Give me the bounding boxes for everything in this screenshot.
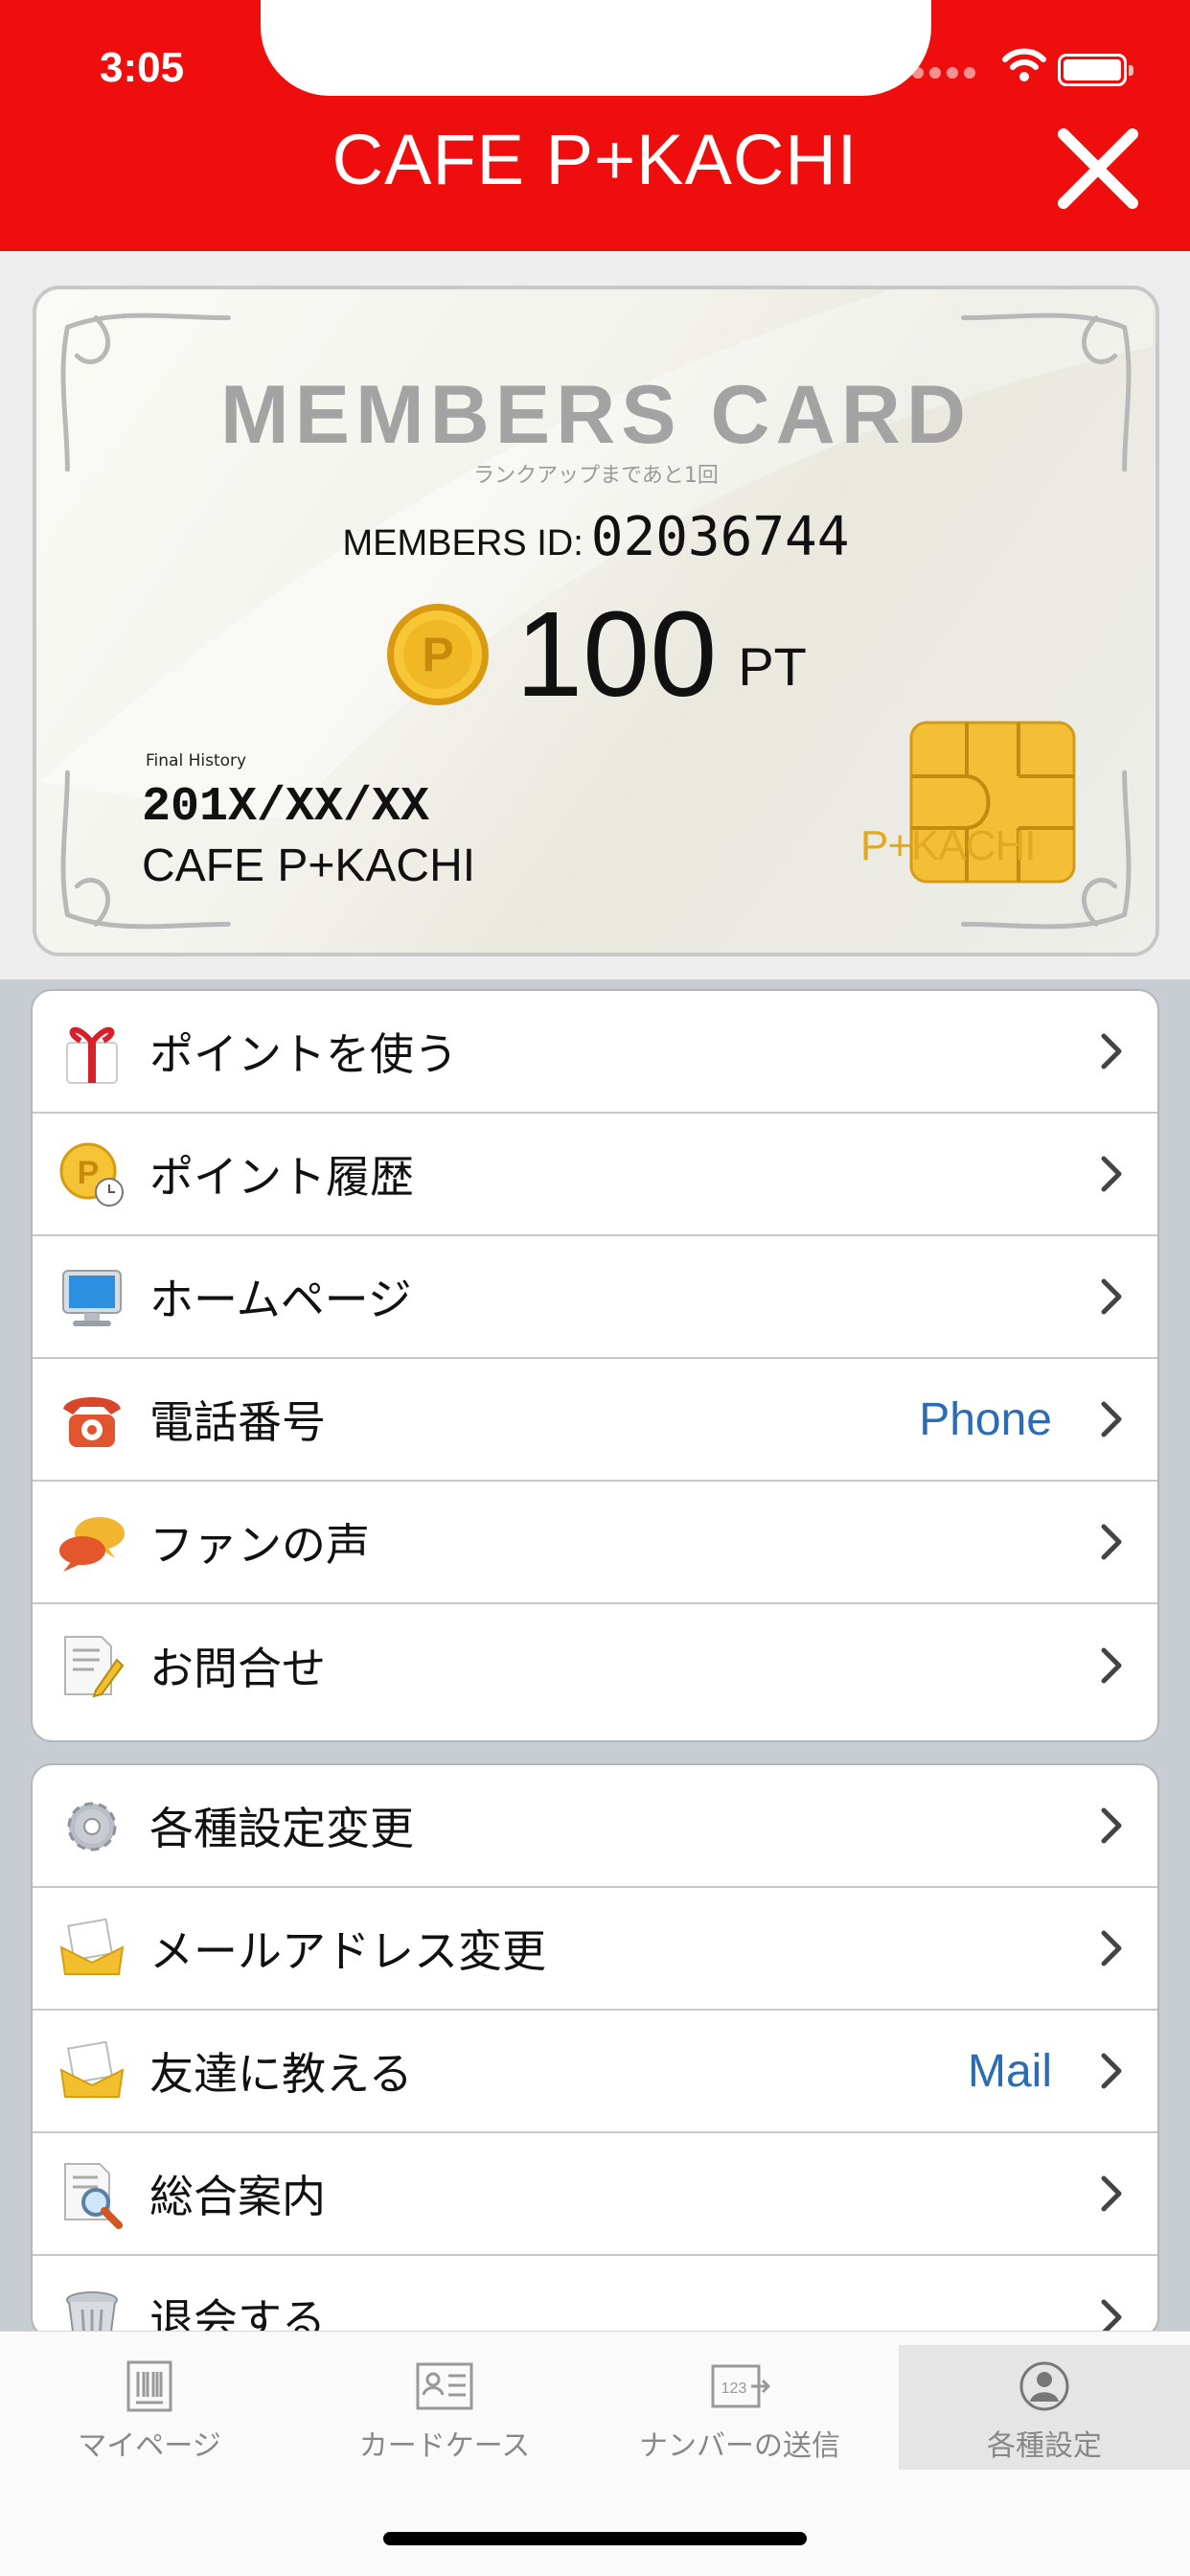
menu-item-use-points[interactable]: ポイントを使う — [33, 991, 1157, 1114]
menu-item-phone[interactable]: 電話番号 Phone — [33, 1359, 1157, 1482]
chevron-right-icon — [1101, 1278, 1122, 1315]
memo-pencil-icon — [64, 1636, 125, 1698]
tab-card-case[interactable]: カードケース — [299, 2345, 590, 2470]
device-notch — [261, 0, 931, 96]
battery-icon — [1058, 54, 1133, 86]
mail-icon — [59, 1918, 125, 1975]
member-id-row: MEMBERS ID: 02036744 — [36, 506, 1156, 568]
tab-my-page[interactable]: マイページ — [4, 2345, 295, 2470]
menu-item-label: 各種設定変更 — [149, 1803, 414, 1854]
tab-label: 各種設定 — [987, 2429, 1102, 2463]
menu-item-point-history[interactable]: P ポイント履歴 — [33, 1114, 1157, 1236]
cellular-signal-icon — [912, 67, 975, 79]
menu-item-homepage[interactable]: ホームページ — [33, 1236, 1157, 1359]
chevron-right-icon — [1101, 1930, 1122, 1966]
point-coin-icon: P — [387, 604, 490, 705]
person-icon — [1019, 2361, 1069, 2411]
points-unit: PT — [738, 636, 807, 697]
chevron-right-icon — [1101, 1033, 1122, 1070]
header-bar: 3:05 CAFE P+KACHI — [0, 0, 1190, 251]
svg-text:123: 123 — [721, 2380, 747, 2397]
menu-item-inquiry[interactable]: お問合せ — [33, 1604, 1157, 1727]
chevron-right-icon — [1101, 1401, 1122, 1438]
mail-icon — [59, 2040, 125, 2098]
chevron-right-icon — [1101, 1524, 1122, 1560]
gift-icon — [66, 1026, 118, 1084]
barcode-card-icon — [126, 2360, 172, 2412]
card-title: MEMBERS CARD — [220, 369, 972, 461]
menu-item-label: ポイントを使う — [149, 1028, 458, 1080]
home-indicator — [383, 2532, 807, 2545]
chip-brand-text: P+KACHI — [860, 822, 1037, 869]
menu-item-change-email[interactable]: メールアドレス変更 — [33, 1888, 1157, 2011]
speech-bubbles-icon — [59, 1517, 125, 1572]
menu-area: ポイントを使う P ポイント履歴 ホームページ 電話番号 Phone ファンの声… — [0, 979, 1190, 2338]
menu-item-label: 総合案内 — [149, 2171, 326, 2222]
page-title: CAFE P+KACHI — [332, 120, 858, 199]
svg-text:P: P — [78, 1155, 100, 1191]
coin-letter: P — [422, 628, 453, 681]
tab-send-number[interactable]: 123 ナンバーの送信 — [594, 2345, 885, 2470]
number-send-icon: 123 — [711, 2364, 770, 2408]
menu-item-label: 友達に教える — [149, 2048, 413, 2100]
chevron-right-icon — [1101, 2053, 1122, 2089]
menu-item-label: お問合せ — [149, 1643, 326, 1694]
status-icons — [912, 46, 1190, 86]
tab-label: ナンバーの送信 — [639, 2429, 840, 2463]
id-card-icon — [416, 2362, 473, 2410]
phone-link[interactable]: Phone — [919, 1393, 1052, 1446]
tab-label: カードケース — [358, 2429, 531, 2463]
wifi-icon — [1002, 48, 1046, 81]
point-history-icon: P — [59, 1142, 124, 1207]
magnifier-document-icon — [64, 2163, 123, 2229]
final-history-shop: CAFE P+KACHI — [142, 840, 476, 891]
tab-settings[interactable]: 各種設定 — [899, 2345, 1190, 2470]
chevron-right-icon — [1101, 1647, 1122, 1684]
gear-icon — [67, 1802, 117, 1852]
menu-group-primary: ポイントを使う P ポイント履歴 ホームページ 電話番号 Phone ファンの声… — [31, 989, 1159, 1742]
monitor-icon — [62, 1270, 122, 1326]
rank-up-note: ランクアップまであと1回 — [473, 464, 719, 488]
menu-item-label: メールアドレス変更 — [149, 1925, 546, 1977]
final-history-label: Final History — [146, 751, 247, 770]
points-row: P 100 PT — [36, 592, 1156, 717]
members-card: MEMBERS CARD ランクアップまであと1回 MEMBERS ID: 020… — [33, 286, 1159, 956]
member-id-value: 02036744 — [590, 506, 850, 568]
points-value: 100 — [515, 586, 718, 722]
member-id-label: MEMBERS ID: — [342, 523, 584, 564]
mail-link[interactable]: Mail — [968, 2045, 1052, 2098]
menu-item-label: 電話番号 — [149, 1396, 326, 1448]
close-icon[interactable] — [1054, 125, 1142, 213]
status-time: 3:05 — [100, 44, 185, 91]
menu-group-settings: 各種設定変更 メールアドレス変更 友達に教える Mail 総合案内 退会する — [31, 1763, 1159, 2338]
telephone-icon — [63, 1397, 121, 1447]
chevron-right-icon — [1101, 1807, 1122, 1844]
menu-item-fan-voice[interactable]: ファンの声 — [33, 1482, 1157, 1604]
chevron-right-icon — [1101, 2175, 1122, 2212]
menu-item-label: ポイント履歴 — [149, 1151, 414, 1203]
chevron-right-icon — [1101, 1156, 1122, 1192]
menu-item-label: ホームページ — [149, 1274, 412, 1325]
menu-item-general-info[interactable]: 総合案内 — [33, 2133, 1157, 2256]
menu-item-label: ファンの声 — [149, 1519, 370, 1571]
menu-item-tell-friends[interactable]: 友達に教える Mail — [33, 2011, 1157, 2133]
tab-label: マイページ — [78, 2429, 221, 2463]
card-area: MEMBERS CARD ランクアップまであと1回 MEMBERS ID: 020… — [0, 251, 1190, 979]
final-history-date: 201X/XX/XX — [142, 780, 430, 835]
menu-item-settings[interactable]: 各種設定変更 — [33, 1765, 1157, 1888]
menu-item-withdraw[interactable]: 退会する — [33, 2256, 1157, 2336]
